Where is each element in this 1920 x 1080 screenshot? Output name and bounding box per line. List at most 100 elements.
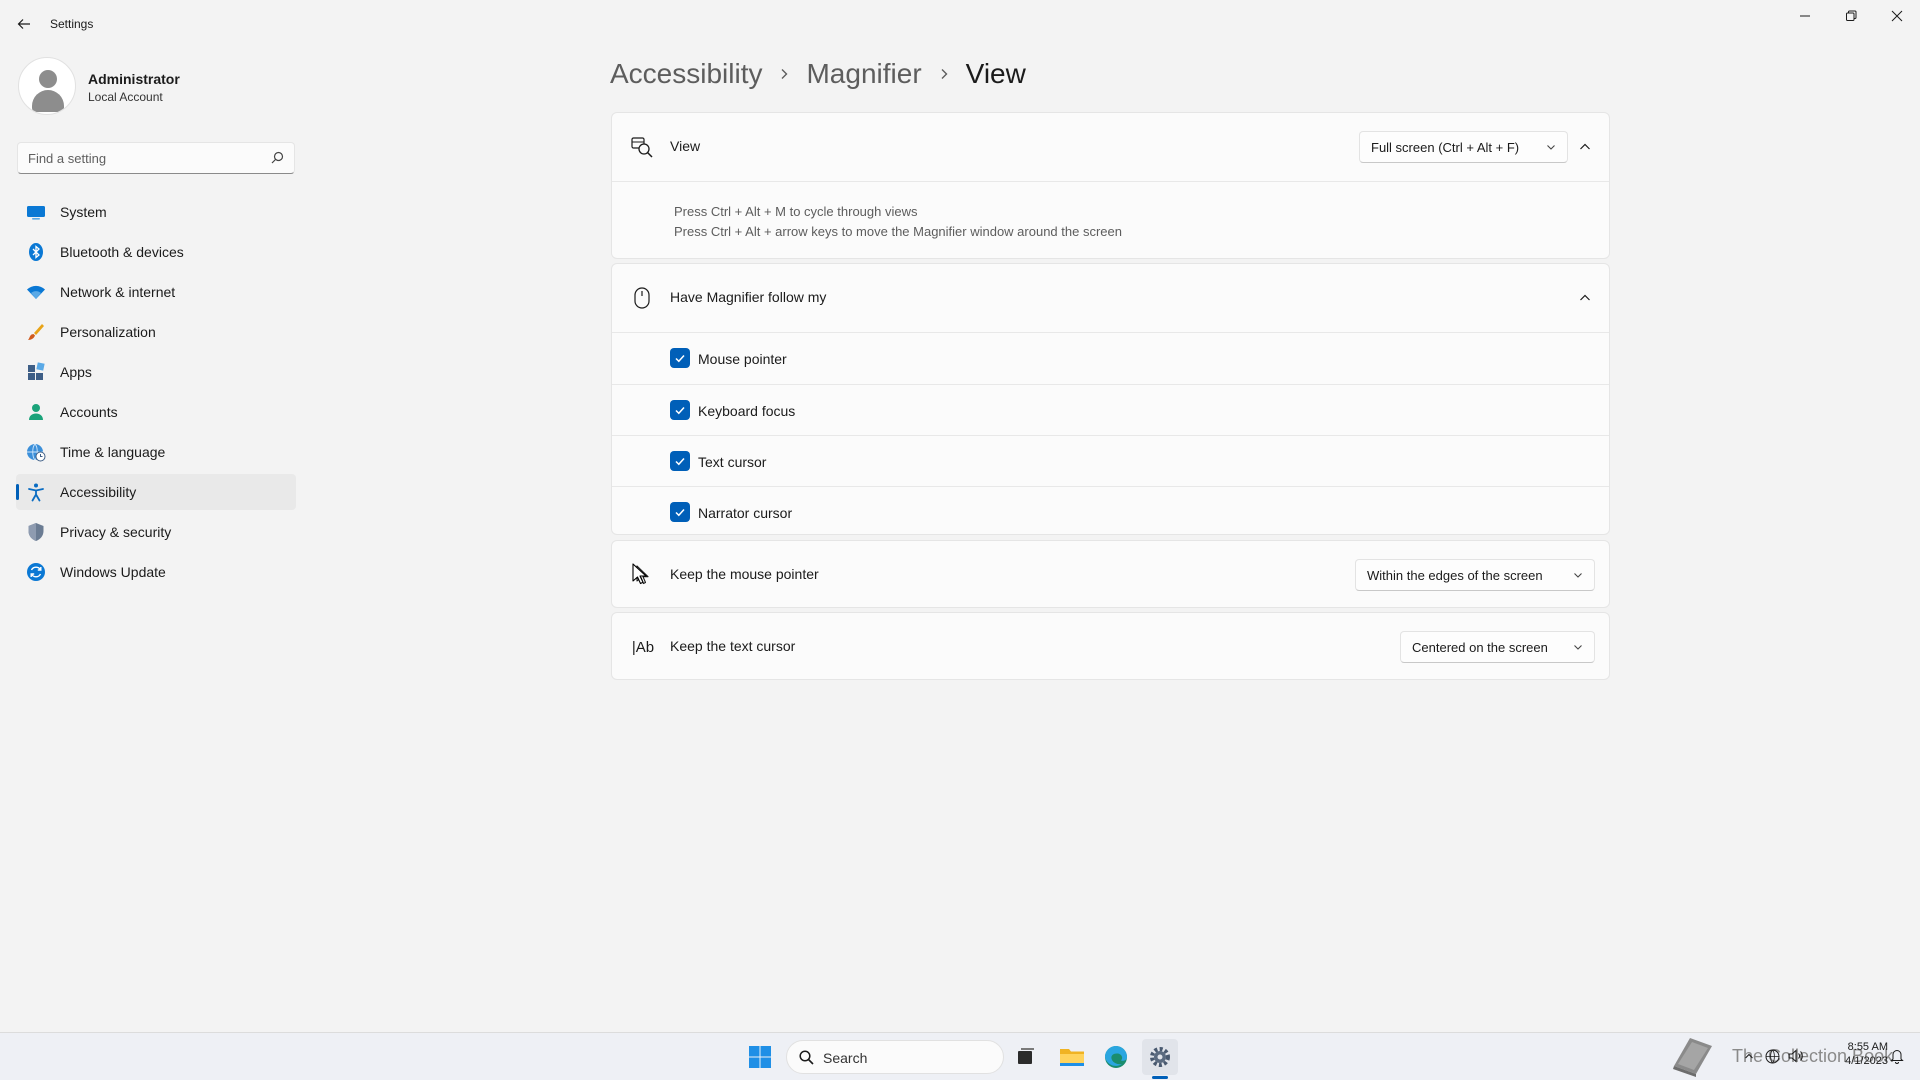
text-cursor-card: |Ab Keep the text cursor Centered on the…: [611, 612, 1610, 680]
chevron-down-icon: [1547, 145, 1555, 150]
text-cursor-icon: |Ab: [631, 638, 655, 656]
mouse-pointer-card: Keep the mouse pointer Within the edges …: [611, 540, 1610, 608]
chevron-up-icon: [1580, 294, 1590, 301]
sidebar-item-label: Bluetooth & devices: [60, 244, 184, 260]
minimize-icon: [1800, 15, 1810, 17]
chevron-right-icon: [778, 68, 790, 80]
taskbar: Search: [0, 1032, 1920, 1080]
chevron-right-icon: [938, 68, 950, 80]
sidebar-item-system[interactable]: System: [16, 194, 296, 230]
checkmark-icon: [675, 406, 685, 415]
brush-icon: [26, 322, 46, 342]
settings-search-input[interactable]: [28, 143, 258, 173]
view-mode-dropdown[interactable]: Full screen (Ctrl + Alt + F): [1359, 131, 1568, 163]
network-globe-icon[interactable]: [1760, 1049, 1784, 1064]
sidebar-item-label: Network & internet: [60, 284, 176, 300]
follow-mouse-pointer-row[interactable]: Mouse pointer: [612, 333, 1609, 384]
task-view-button[interactable]: [1008, 1039, 1044, 1075]
text-cursor-card-title: Keep the text cursor: [670, 638, 796, 654]
sidebar-item-accounts[interactable]: Accounts: [16, 394, 296, 430]
checkmark-icon: [675, 457, 685, 466]
mouse-pointer-dropdown[interactable]: Within the edges of the screen: [1355, 559, 1595, 591]
sidebar-item-personalization[interactable]: Personalization: [16, 314, 296, 350]
restore-button[interactable]: [1828, 0, 1874, 32]
search-icon: [799, 1050, 814, 1065]
shield-icon: [26, 522, 46, 542]
notification-bell-icon[interactable]: [1890, 1048, 1904, 1069]
sidebar-item-label: Windows Update: [60, 564, 166, 580]
profile-name: Administrator: [88, 71, 180, 87]
mouse-pointer-card-title: Keep the mouse pointer: [670, 566, 819, 582]
bluetooth-icon: [26, 242, 46, 262]
sidebar-item-apps[interactable]: Apps: [16, 354, 296, 390]
keyboard-focus-label: Keyboard focus: [698, 403, 796, 419]
user-profile[interactable]: Administrator Local Account: [18, 57, 298, 117]
settings-search-box[interactable]: [17, 142, 295, 174]
mouse-cursor-icon: [632, 563, 647, 585]
taskbar-clock[interactable]: 8:55 AM 4/1/2023: [1812, 1040, 1888, 1068]
avatar: [18, 57, 76, 115]
globe-clock-icon: [26, 442, 46, 462]
taskbar-search[interactable]: Search: [786, 1040, 1004, 1074]
start-button[interactable]: [742, 1039, 778, 1075]
sidebar-item-time-language[interactable]: Time & language: [16, 434, 296, 470]
minimize-button[interactable]: [1782, 0, 1828, 32]
back-button[interactable]: [12, 12, 36, 36]
close-button[interactable]: [1874, 0, 1920, 32]
chevron-down-icon: [1574, 573, 1582, 578]
monitor-icon: [26, 202, 46, 222]
text-cursor-dropdown[interactable]: Centered on the screen: [1400, 631, 1595, 663]
sidebar-item-network[interactable]: Network & internet: [16, 274, 296, 310]
chevron-down-icon: [1574, 645, 1582, 650]
breadcrumb-magnifier[interactable]: Magnifier: [806, 58, 921, 90]
folder-icon: [1060, 1049, 1084, 1066]
app-title: Settings: [50, 17, 94, 31]
text-cursor-checkbox[interactable]: [670, 451, 690, 471]
sidebar-item-label: Apps: [60, 364, 92, 380]
follow-card-header[interactable]: Have Magnifier follow my: [612, 264, 1609, 332]
tray-overflow-chevron-icon[interactable]: [1738, 1051, 1760, 1061]
title-bar: Settings: [0, 0, 1920, 48]
sidebar-item-accessibility[interactable]: Accessibility: [16, 474, 296, 510]
view-card-header[interactable]: View Full screen (Ctrl + Alt + F): [612, 113, 1609, 181]
view-card-collapse-button[interactable]: [1571, 133, 1599, 161]
divider: [612, 181, 1609, 182]
task-view-icon: [1018, 1048, 1034, 1064]
mouse-pointer-checkbox[interactable]: [670, 348, 690, 368]
magnifier-view-icon: [630, 135, 654, 159]
edge-button[interactable]: [1098, 1039, 1134, 1075]
restore-icon: [1846, 10, 1857, 21]
apps-icon: [26, 362, 46, 382]
follow-keyboard-focus-row[interactable]: Keyboard focus: [612, 385, 1609, 436]
text-cursor-dropdown-value: Centered on the screen: [1412, 639, 1548, 655]
volume-icon[interactable]: [1784, 1049, 1808, 1063]
update-icon: [26, 562, 46, 582]
follow-text-cursor-row[interactable]: Text cursor: [612, 436, 1609, 487]
chevron-up-icon: [1580, 143, 1590, 150]
sidebar-item-privacy[interactable]: Privacy & security: [16, 514, 296, 550]
sidebar-item-label: Time & language: [60, 444, 166, 460]
breadcrumb-view: View: [965, 58, 1026, 89]
narrator-cursor-label: Narrator cursor: [698, 505, 793, 521]
checkmark-icon: [675, 508, 685, 517]
search-icon: [271, 151, 284, 164]
settings-app-button[interactable]: [1142, 1039, 1178, 1075]
file-explorer-button[interactable]: [1054, 1039, 1090, 1075]
sidebar-item-label: Personalization: [60, 324, 156, 340]
book-icon: [1673, 1038, 1712, 1077]
view-hint-cycle: Press Ctrl + Alt + M to cycle through vi…: [674, 204, 918, 219]
clock-date: 4/1/2023: [1845, 1055, 1888, 1067]
sidebar-item-label: Privacy & security: [60, 524, 172, 540]
windows-logo-icon: [749, 1046, 771, 1068]
sidebar-nav: System Bluetooth & devices Network & int…: [16, 194, 296, 594]
gear-icon: [1150, 1047, 1170, 1067]
sidebar-item-bluetooth[interactable]: Bluetooth & devices: [16, 234, 296, 270]
keyboard-focus-checkbox[interactable]: [670, 400, 690, 420]
breadcrumb-accessibility[interactable]: Accessibility: [610, 58, 762, 90]
wifi-icon: [26, 282, 46, 302]
narrator-cursor-checkbox[interactable]: [670, 502, 690, 522]
text-cursor-label: Text cursor: [698, 454, 767, 470]
follow-narrator-cursor-row[interactable]: Narrator cursor: [612, 487, 1609, 538]
follow-card-collapse-button[interactable]: [1571, 284, 1599, 312]
sidebar-item-windows-update[interactable]: Windows Update: [16, 554, 296, 590]
